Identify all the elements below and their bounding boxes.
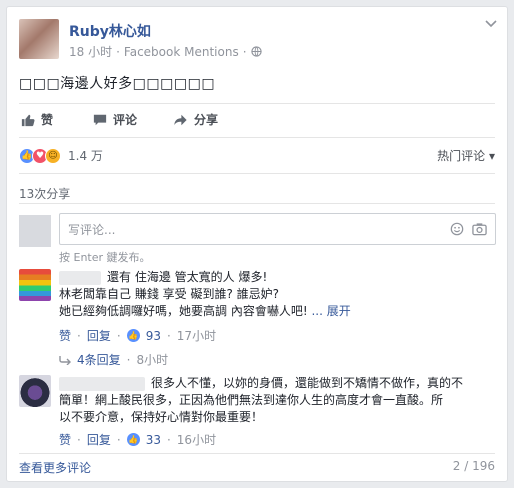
comment-line: 還有 住海邊 管太寬的人 爆多! bbox=[107, 270, 268, 284]
reply-arrow-icon bbox=[59, 355, 71, 365]
comment-sort-dropdown[interactable]: 热门评论 ▾ bbox=[437, 147, 495, 164]
reaction-summary[interactable]: 👍 ♥ ☺ 1.4 万 bbox=[19, 147, 103, 164]
comment-placeholder: 写评论... bbox=[68, 222, 116, 237]
thumbs-up-icon bbox=[21, 114, 35, 126]
dot-separator: · bbox=[116, 328, 121, 343]
comment-actions: 赞 · 回复 · 👍 33 · 16小时 bbox=[59, 431, 216, 448]
post-source[interactable]: Facebook Mentions bbox=[124, 45, 239, 59]
comment-line: 很多人不懂，以妳的身價，還能做到不矯情不做作，真的不 bbox=[151, 376, 464, 390]
divider bbox=[19, 137, 495, 138]
comment-like-link[interactable]: 赞 bbox=[59, 327, 71, 344]
comment-line: 以不要介意，保持好心情對你最重要！ bbox=[59, 410, 264, 424]
like-button[interactable]: 赞 bbox=[21, 111, 53, 128]
dot-separator: · bbox=[126, 352, 131, 367]
sort-label: 热门评论 bbox=[437, 149, 486, 163]
divider bbox=[19, 103, 495, 104]
smiley-icon[interactable] bbox=[450, 222, 464, 236]
meta-separator-2: · bbox=[242, 44, 247, 59]
comment-input[interactable]: 写评论... bbox=[59, 213, 496, 245]
author-avatar[interactable] bbox=[19, 19, 59, 59]
globe-icon[interactable] bbox=[250, 46, 262, 57]
comment-button[interactable]: 评论 bbox=[93, 111, 137, 128]
divider bbox=[19, 173, 495, 174]
post-text: □□□海邊人好多□□□□□□ bbox=[19, 76, 216, 92]
current-user-avatar bbox=[19, 215, 51, 247]
camera-icon[interactable] bbox=[472, 222, 487, 236]
see-more-comments-link[interactable]: 查看更多评论 bbox=[19, 459, 91, 476]
replies-row[interactable]: 4条回复 · 8小时 bbox=[59, 351, 168, 368]
comment-like-link[interactable]: 赞 bbox=[59, 431, 71, 448]
comment-body: 還有 住海邊 管太寬的人 爆多! 林老闆靠自己 賺錢 享受 礙到誰? 誰忌妒? … bbox=[59, 269, 499, 320]
dot-separator: · bbox=[77, 432, 81, 447]
haha-reaction-icon: ☺ bbox=[45, 147, 61, 164]
meta-separator: · bbox=[116, 44, 120, 59]
comment-reply-link[interactable]: 回复 bbox=[87, 431, 111, 448]
post-options-chevron-icon[interactable] bbox=[485, 17, 497, 32]
comment-time[interactable]: 17小时 bbox=[177, 327, 216, 344]
post-card: Ruby林心如 18 小时 · Facebook Mentions · □□□海… bbox=[6, 6, 508, 482]
dot-separator: · bbox=[77, 328, 81, 343]
comment-icon bbox=[93, 114, 107, 125]
post-time[interactable]: 18 小时 bbox=[69, 43, 112, 60]
comment-label: 评论 bbox=[113, 113, 138, 127]
comment-line: 簡單！網上酸民很多，正因為他們無法到達你人生的高度才會一直酸。所 bbox=[59, 393, 444, 407]
dot-separator: · bbox=[166, 328, 171, 343]
enter-hint: 按 Enter 鍵发布。 bbox=[59, 251, 151, 264]
share-label: 分享 bbox=[194, 113, 219, 127]
share-button[interactable]: 分享 bbox=[173, 111, 218, 128]
comment-like-count[interactable]: 93 bbox=[146, 329, 161, 343]
comment-time[interactable]: 16小时 bbox=[177, 431, 216, 448]
comment-reply-link[interactable]: 回复 bbox=[87, 327, 111, 344]
commenter-avatar[interactable] bbox=[19, 375, 51, 407]
dot-separator: · bbox=[166, 432, 171, 447]
share-count[interactable]: 13次分享 bbox=[19, 185, 70, 202]
like-badge-icon: 👍 bbox=[126, 329, 140, 342]
divider bbox=[19, 203, 495, 204]
like-badge-icon: 👍 bbox=[126, 433, 140, 446]
divider bbox=[19, 453, 495, 454]
share-arrow-icon bbox=[174, 114, 187, 125]
replies-count[interactable]: 4条回复 bbox=[77, 351, 121, 368]
comment-pager: 2 / 196 bbox=[452, 459, 495, 473]
commenter-avatar[interactable] bbox=[19, 269, 51, 301]
caret-down-icon: ▾ bbox=[488, 149, 495, 163]
comment-like-count[interactable]: 33 bbox=[146, 433, 161, 447]
comment-line: 林老闆靠自己 賺錢 享受 礙到誰? 誰忌妒? bbox=[59, 287, 279, 301]
like-label: 赞 bbox=[41, 113, 54, 127]
dot-separator: · bbox=[116, 432, 121, 447]
replies-time: 8小时 bbox=[136, 353, 169, 367]
post-meta: 18 小时 · Facebook Mentions · bbox=[69, 43, 262, 60]
author-name[interactable]: Ruby林心如 bbox=[69, 21, 151, 41]
comment-body: 很多人不懂，以妳的身價，還能做到不矯情不做作，真的不 簡單！網上酸民很多，正因為… bbox=[59, 375, 499, 426]
comment-line: 她已經夠低調囉好嗎，她要高調 內容會嚇人吧! bbox=[59, 304, 308, 318]
comment-actions: 赞 · 回复 · 👍 93 · 17小时 bbox=[59, 327, 216, 344]
reaction-count: 1.4 万 bbox=[68, 149, 103, 163]
expand-link[interactable]: ... 展开 bbox=[311, 304, 350, 318]
